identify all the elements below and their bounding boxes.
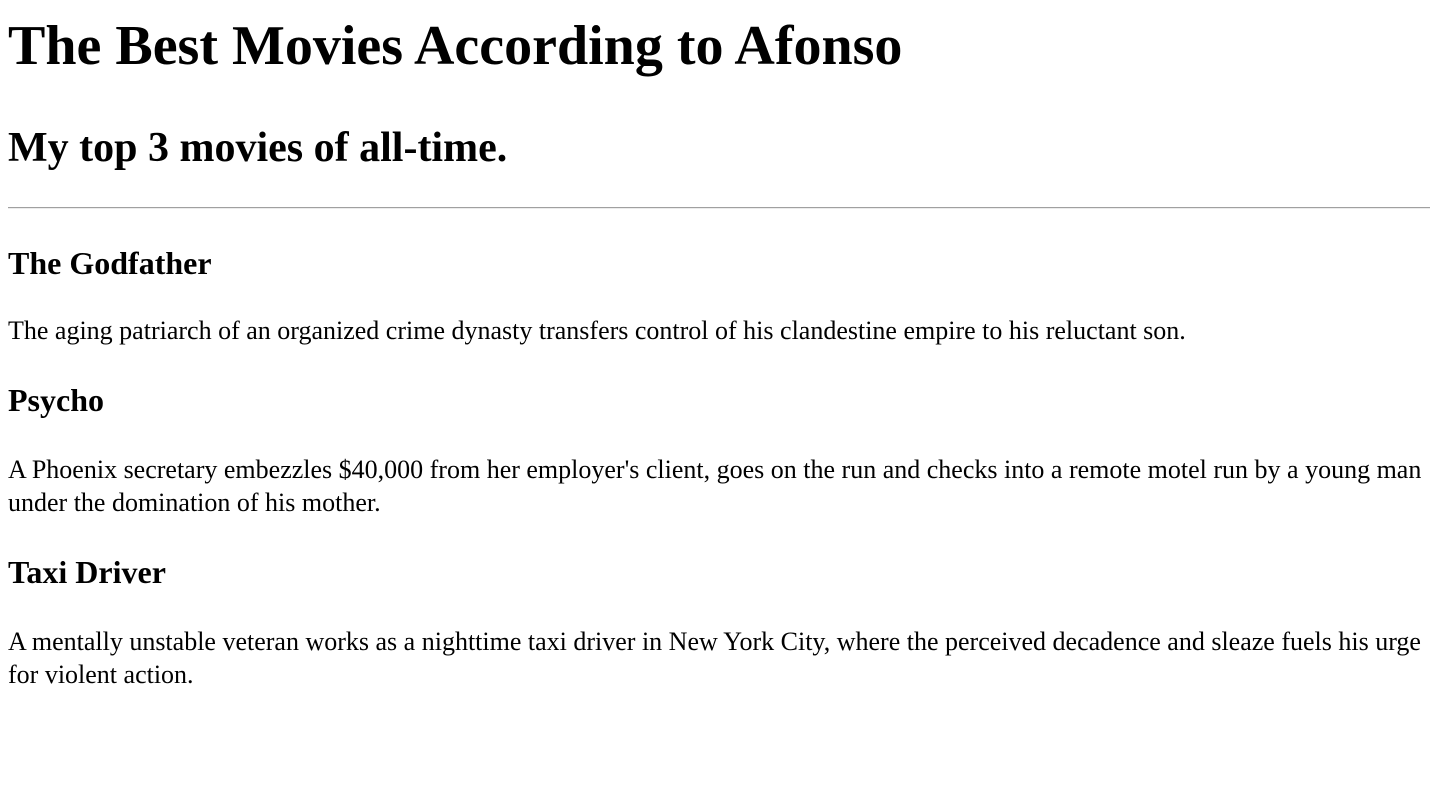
page-subtitle: My top 3 movies of all-time. [8, 125, 508, 171]
movie-description: A mentally unstable veteran works as a n… [8, 627, 1421, 689]
movie-item-godfather: The Godfather The aging patriarch of an … [8, 245, 1430, 347]
page: The Best Movies According to Afonso My t… [0, 14, 1438, 691]
movie-description: A Phoenix secretary embezzles $40,000 fr… [8, 455, 1422, 517]
movie-title: Psycho [8, 382, 104, 418]
movie-title: Taxi Driver [8, 554, 166, 590]
movie-item-psycho: Psycho A Phoenix secretary embezzles $40… [8, 382, 1430, 519]
movie-description: The aging patriarch of an organized crim… [8, 316, 1186, 345]
page-title: The Best Movies According to Afonso [8, 15, 903, 77]
movie-item-taxi-driver: Taxi Driver A mentally unstable veteran … [8, 554, 1430, 691]
movie-title: The Godfather [8, 245, 212, 281]
divider [8, 207, 1430, 209]
